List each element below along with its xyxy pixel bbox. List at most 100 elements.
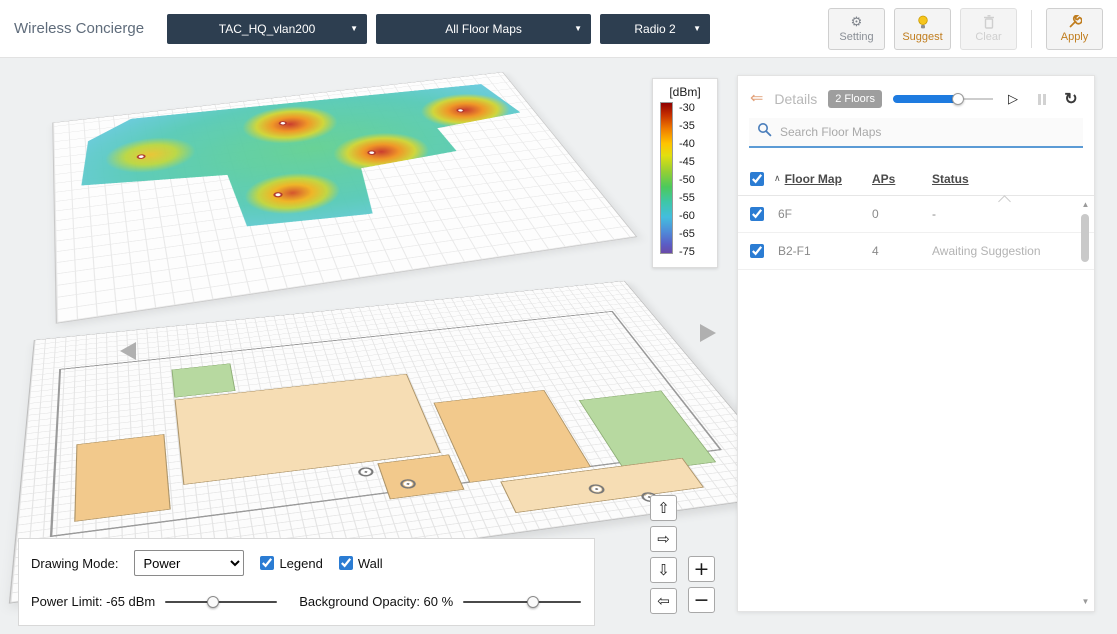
row-checkbox[interactable] [750,244,764,258]
scroll-down-icon[interactable]: ▼ [1082,598,1090,606]
arrow-up-icon: ⇧ [657,499,670,517]
minus-icon: − [694,589,710,611]
pause-icon [1038,94,1046,105]
scrollbar-thumb[interactable] [1081,214,1089,262]
chevron-down-icon: ▼ [574,24,582,33]
floormaps-dropdown-value: All Floor Maps [445,22,522,36]
toolbar-divider [1031,10,1032,48]
power-limit-slider[interactable] [165,601,277,603]
signal-heatmap [78,78,578,253]
table-row[interactable]: 6F 0 - [738,196,1094,233]
dbm-legend: [dBm] -30 -35 -40 -45 -50 -55 -60 -65 -7… [652,78,718,268]
refresh-button[interactable]: ↻ [1062,90,1080,108]
network-dropdown[interactable]: TAC_HQ_vlan200 ▼ [167,14,367,44]
floor-status: - [932,207,1082,221]
arrow-left-icon: ⇦ [657,592,670,610]
floors-count-badge: 2 Floors [828,90,882,108]
legend-checkbox[interactable]: Legend [260,556,322,571]
setting-button[interactable]: ⚙ Setting [828,8,885,50]
plus-icon: + [694,558,710,580]
column-floor-map[interactable]: Floor Map [785,172,842,186]
play-icon: ▷ [1008,91,1018,107]
legend-unit-label: [dBm] [660,85,710,99]
suggest-button[interactable]: Suggest [894,8,951,50]
background-opacity-label: Background Opacity: 60 % [299,594,453,609]
row-checkbox[interactable] [750,207,764,221]
radio-dropdown-value: Radio 2 [634,22,675,36]
legend-tick: -65 [679,228,695,240]
suggest-button-label: Suggest [902,31,942,43]
chevron-down-icon: ▼ [350,24,358,33]
room [378,454,465,499]
column-status[interactable]: Status [932,172,969,186]
legend-tick: -40 [679,138,695,150]
pan-up-button[interactable]: ⇧ [650,495,677,521]
wall-checkbox-input[interactable] [339,556,353,570]
network-dropdown-value: TAC_HQ_vlan200 [219,22,316,36]
select-all-checkbox[interactable] [750,172,764,186]
pause-button[interactable] [1033,90,1051,108]
ap-count: 0 [872,207,932,221]
play-button[interactable]: ▷ [1004,90,1022,108]
pan-right-button[interactable]: ⇨ [650,526,677,552]
pan-down-button[interactable]: ⇩ [650,557,677,583]
details-title: Details [774,91,817,107]
gear-icon: ⚙ [851,15,863,30]
table-header: ∧ Floor Map APs Status [738,162,1094,196]
legend-tick: -30 [679,102,695,114]
radio-dropdown[interactable]: Radio 2 ▼ [600,14,710,44]
legend-checkbox-label: Legend [279,556,322,571]
sort-ascending-icon: ∧ [774,173,781,184]
floor-status: Awaiting Suggestion [932,244,1082,258]
details-panel: ⇐ Details 2 Floors ▷ ↻ [737,75,1095,612]
panel-scrollbar[interactable]: ▲ ▼ [1079,201,1092,606]
details-panel-header: ⇐ Details 2 Floors ▷ ↻ [738,76,1094,118]
clear-button-label: Clear [975,31,1001,43]
legend-tick: -55 [679,192,695,204]
slider-fill [893,95,958,103]
chevron-down-icon: ▼ [693,24,701,33]
playback-speed-slider[interactable] [893,93,993,105]
search-icon [757,122,772,142]
clear-button[interactable]: Clear [960,8,1017,50]
floormaps-dropdown[interactable]: All Floor Maps ▼ [376,14,591,44]
floor-name: B2-F1 [764,244,872,258]
legend-tick: -45 [679,156,695,168]
drawing-mode-label: Drawing Mode: [31,556,118,571]
legend-checkbox-input[interactable] [260,556,274,570]
legend-color-scale [660,102,673,254]
ap-count: 4 [872,244,932,258]
map-arrow-icon [700,324,716,342]
arrow-right-icon: ⇨ [657,530,670,548]
legend-tick: -35 [679,120,695,132]
table-row[interactable]: B2-F1 4 Awaiting Suggestion [738,233,1094,270]
top-bar: Wireless Concierge TAC_HQ_vlan200 ▼ All … [0,0,1117,58]
app-title: Wireless Concierge [14,20,144,37]
drawing-mode-select[interactable]: Power [134,550,244,576]
wrench-icon [1068,15,1082,30]
apply-button-label: Apply [1061,31,1089,43]
arrow-down-icon: ⇩ [657,561,670,579]
scroll-up-icon[interactable]: ▲ [1082,201,1090,209]
slider-thumb[interactable] [952,93,964,105]
search-input[interactable] [780,125,1075,139]
trash-icon [983,15,995,30]
wall-checkbox[interactable]: Wall [339,556,383,571]
refresh-icon: ↻ [1064,89,1077,109]
zoom-out-button[interactable]: − [688,587,715,613]
setting-button-label: Setting [839,31,873,43]
collapse-panel-icon[interactable]: ⇐ [750,91,763,107]
pan-left-button[interactable]: ⇦ [650,588,677,614]
apply-button[interactable]: Apply [1046,8,1103,50]
floor-name: 6F [764,207,872,221]
legend-tick: -75 [679,246,695,258]
map-arrow-icon [120,342,136,360]
zoom-in-button[interactable]: + [688,556,715,582]
background-opacity-slider[interactable] [463,601,581,603]
floor-map-search[interactable] [749,118,1083,148]
legend-tick: -60 [679,210,695,222]
column-aps[interactable]: APs [872,172,895,186]
legend-ticks: -30 -35 -40 -45 -50 -55 -60 -65 -75 [679,102,695,258]
map-canvas[interactable]: [dBm] -30 -35 -40 -45 -50 -55 -60 -65 -7… [0,58,1117,634]
wall-checkbox-label: Wall [358,556,383,571]
